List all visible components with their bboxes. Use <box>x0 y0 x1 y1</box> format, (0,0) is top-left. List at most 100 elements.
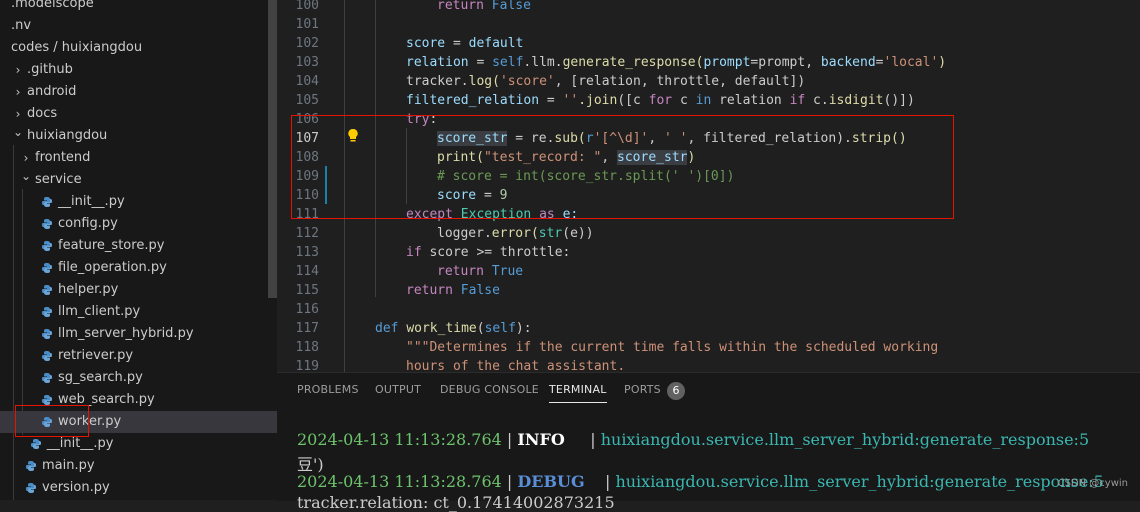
tree-item-label: helper.py <box>58 282 119 297</box>
python-file-icon <box>42 395 52 405</box>
tree-file[interactable]: retriever.py <box>0 345 277 367</box>
python-file-icon <box>42 373 52 383</box>
tab-terminal[interactable]: TERMINAL <box>549 373 607 407</box>
tree-item-label: version.py <box>42 480 110 495</box>
log-function: :generate_response:5 <box>914 430 1090 449</box>
tree-folder[interactable]: › .github <box>0 59 277 81</box>
tree-file[interactable]: __init__.py <box>0 191 277 213</box>
line-number: 103 <box>295 55 319 70</box>
sidebar-scrollbar[interactable] <box>268 0 277 298</box>
line-number: 104 <box>295 74 319 89</box>
token: '' <box>562 93 579 108</box>
token: if <box>406 245 422 260</box>
tab-ports[interactable]: PORTS <box>624 373 661 407</box>
tree-file[interactable]: version.py <box>0 477 277 499</box>
token: 'score' <box>499 74 555 89</box>
tree-folder[interactable]: ⌄ huixiangdou <box>0 125 277 147</box>
token: if <box>789 93 806 108</box>
tree-file[interactable]: llm_server_hybrid.py <box>0 323 277 345</box>
token: isdigit <box>828 93 884 108</box>
tree-item-label: .github <box>27 62 73 77</box>
log-module: huixiangdou.service.llm_server_hybrid <box>615 472 930 491</box>
token: .join <box>578 93 618 108</box>
token: ( <box>492 74 500 89</box>
code-line-115: return False <box>406 281 500 300</box>
token: work_time <box>406 321 477 336</box>
tree-file[interactable]: sg_search.py <box>0 367 277 389</box>
tree-item-label: retriever.py <box>58 348 134 363</box>
watermark: CSDN @cywin <box>1057 478 1128 489</box>
line-number: 112 <box>295 226 319 241</box>
terminal-line-1: 2024-04-13 11:13:28.764 | INFO | huixian… <box>297 430 1089 449</box>
tab-problems[interactable]: PROBLEMS <box>297 373 359 407</box>
log-separator: | <box>501 472 518 491</box>
python-file-icon <box>42 263 52 273</box>
code-highlight-box <box>291 115 954 219</box>
token: ( <box>530 226 539 241</box>
token: ( <box>476 321 485 336</box>
token: generate_response <box>562 55 696 70</box>
token: True <box>491 264 524 279</box>
tree-folder[interactable]: codes / huixiangdou <box>0 37 277 59</box>
code-line-114: return True <box>437 262 523 281</box>
token: .llm. <box>523 55 563 70</box>
keyword: False <box>491 0 531 13</box>
token: False <box>460 283 500 298</box>
tree-item-label: frontend <box>35 150 91 165</box>
tab-output[interactable]: OUTPUT <box>375 373 421 407</box>
tree-item-label: service <box>35 172 82 187</box>
tree-folder[interactable]: › docs <box>0 103 277 125</box>
tree-folder[interactable]: .modelscope <box>0 0 277 15</box>
tree-file[interactable]: feature_store.py <box>0 235 277 257</box>
bottom-panel: PROBLEMS OUTPUT DEBUG CONSOLE TERMINAL P… <box>277 372 1140 512</box>
tree-file[interactable]: helper.py <box>0 279 277 301</box>
token: default <box>468 36 524 51</box>
line-number: 117 <box>295 321 319 336</box>
tree-item-label: llm_server_hybrid.py <box>58 326 194 341</box>
line-number: 115 <box>295 283 319 298</box>
line-number: 113 <box>295 245 319 260</box>
token: return <box>406 283 453 298</box>
keyword: return <box>437 0 484 13</box>
tree-file[interactable]: file_operation.py <box>0 257 277 279</box>
chevron-down-icon[interactable]: ⌄ <box>20 165 32 187</box>
code-line-112: logger.error(str(e)) <box>437 224 594 243</box>
chevron-down-icon[interactable]: ⌄ <box>12 121 24 143</box>
token: self <box>492 55 524 70</box>
code-editor[interactable]: 100 101 102 103 104 105 106 107 108 109 110 111 112 1… <box>277 0 1140 372</box>
python-file-icon <box>42 307 52 317</box>
token: return <box>437 264 484 279</box>
tree-item-label: docs <box>27 106 58 121</box>
token: c. <box>805 93 829 108</box>
tree-item-label: sg_search.py <box>58 370 143 385</box>
tree-folder[interactable]: .nv <box>0 15 277 37</box>
chevron-right-icon[interactable]: › <box>12 59 24 81</box>
code-line-102: score = default <box>406 34 523 53</box>
tab-debug-console[interactable]: DEBUG CONSOLE <box>440 373 539 407</box>
tree-folder[interactable]: › android <box>0 81 277 103</box>
python-file-icon <box>30 439 41 449</box>
token: =prompt, <box>750 55 821 70</box>
tree-file[interactable]: config.py <box>0 213 277 235</box>
tree-item-label: huixiangdou <box>27 128 108 143</box>
chevron-right-icon[interactable]: › <box>12 81 24 103</box>
python-file-icon <box>26 461 36 471</box>
tree-item-label: file_operation.py <box>58 260 167 275</box>
token: for <box>648 93 673 108</box>
python-file-icon <box>42 197 52 207</box>
code-line-113: if score >= throttle: <box>406 243 570 262</box>
tree-file[interactable]: main.py <box>0 455 277 477</box>
token: log <box>468 74 493 89</box>
token: 'local' <box>883 55 939 70</box>
token: = <box>445 36 469 51</box>
log-level: INFO <box>517 430 565 449</box>
log-timestamp: 2024-04-13 11:13:28.764 <box>297 430 502 449</box>
tree-folder[interactable]: ⌄ service <box>0 169 277 191</box>
tree-file[interactable]: llm_client.py <box>0 301 277 323</box>
tree-item-label: __init__.py <box>58 194 125 209</box>
token: score <box>406 36 446 51</box>
tree-folder[interactable]: › frontend <box>0 147 277 169</box>
line-number: 116 <box>295 302 319 317</box>
token: = <box>539 93 563 108</box>
worker-file-highlight-box <box>15 405 89 437</box>
